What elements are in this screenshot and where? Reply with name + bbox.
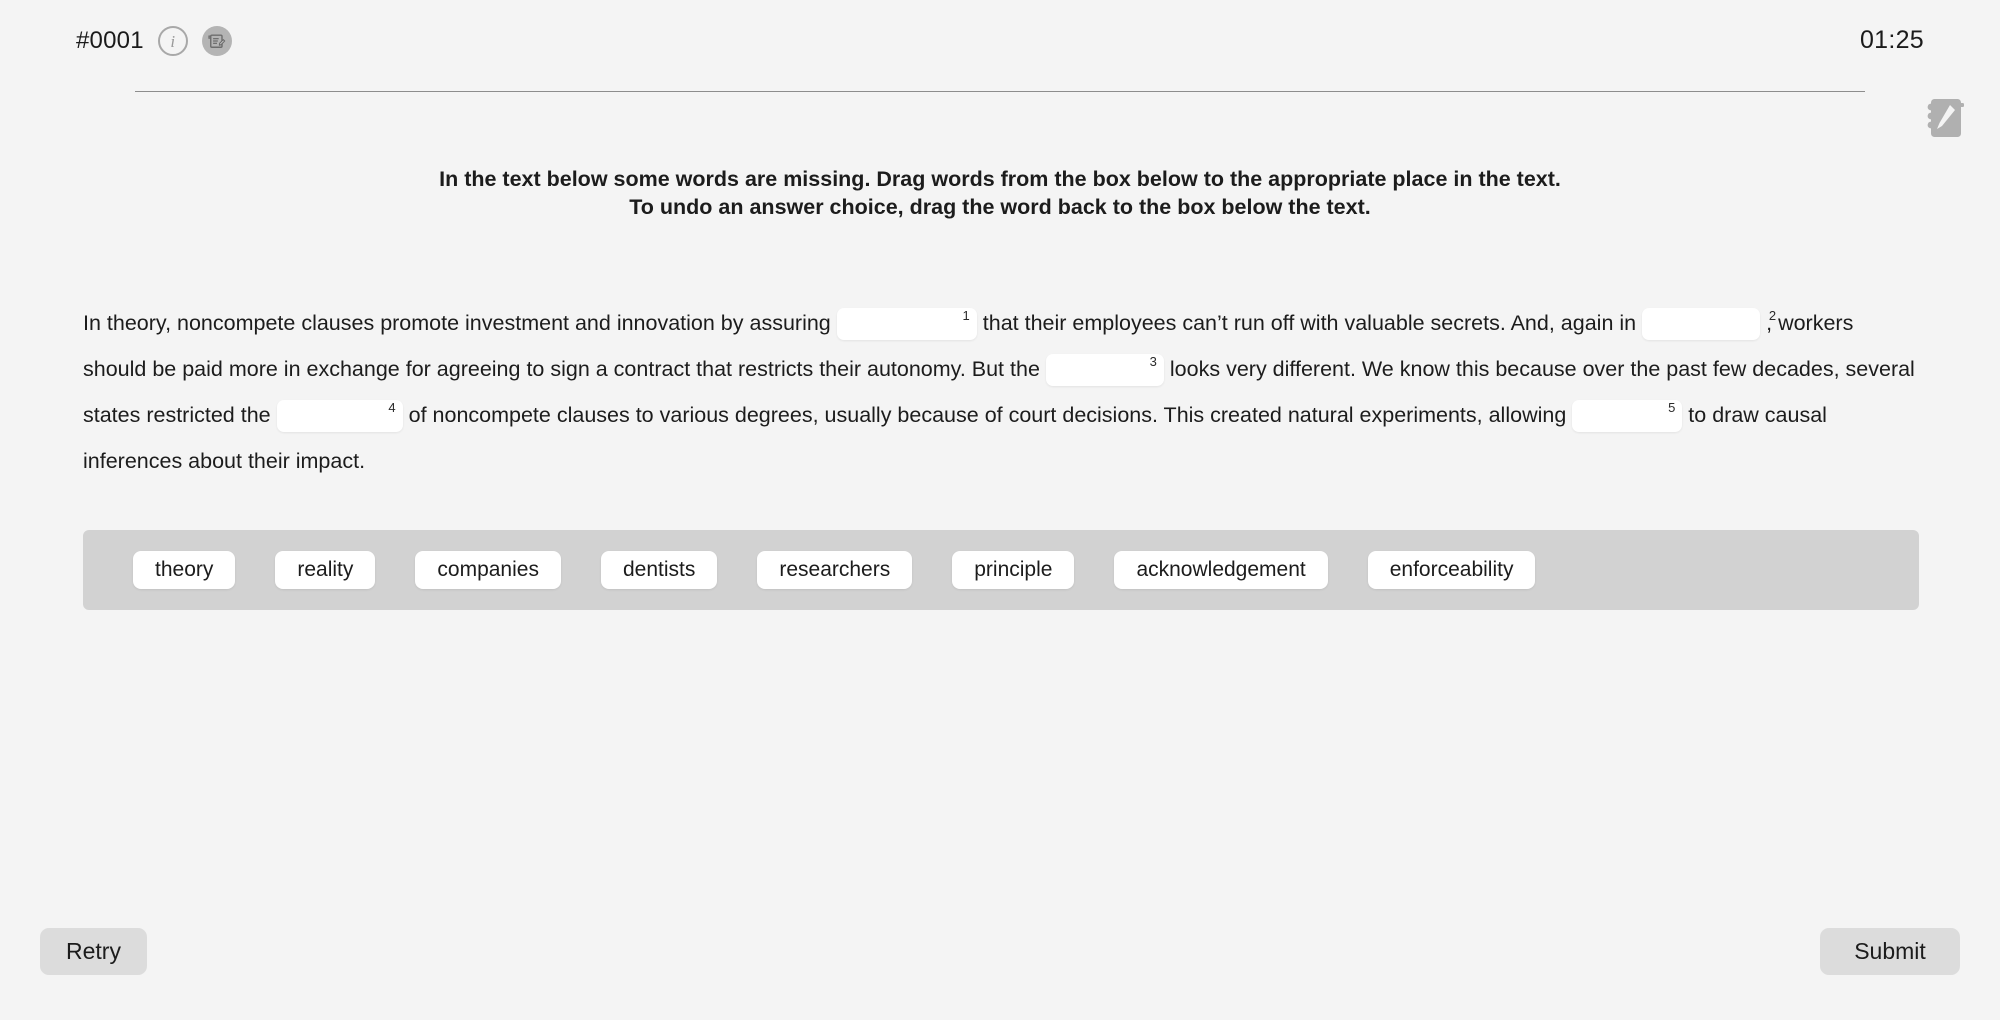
instruction-line-2: To undo an answer choice, drag the word … <box>629 194 1371 219</box>
passage-text: In theory, noncompete clauses promote in… <box>83 300 1919 484</box>
drop-blank-1[interactable]: 1 <box>836 308 977 341</box>
drop-blank-5-number: 5 <box>1668 400 1676 416</box>
drop-blank-3-number: 3 <box>1149 354 1157 370</box>
word-chip[interactable]: enforceability <box>1367 551 1536 589</box>
passage-segment: that their employees can’t run off with … <box>982 311 1637 335</box>
word-chip[interactable]: dentists <box>600 551 718 589</box>
notepad-icon[interactable] <box>1919 92 1971 144</box>
submit-button[interactable]: Submit <box>1820 928 1960 975</box>
instruction-line-1: In the text below some words are missing… <box>439 167 1561 191</box>
word-chip[interactable]: theory <box>133 551 236 589</box>
drop-blank-4[interactable]: 4 <box>276 400 403 433</box>
drop-blank-2[interactable]: 2 <box>1642 308 1776 341</box>
word-chip[interactable]: acknowledgement <box>1114 551 1328 589</box>
drop-blank-1-number: 1 <box>962 308 970 324</box>
word-chip[interactable]: reality <box>275 551 376 589</box>
exercise-page: #0001 i 01:25 In the text below some wor… <box>0 0 2000 1020</box>
retry-button[interactable]: Retry <box>40 928 147 975</box>
question-id: #0001 <box>76 27 144 54</box>
header-left-group: #0001 i <box>76 26 232 56</box>
word-chip[interactable]: companies <box>415 551 561 589</box>
notepad-icon-glyph <box>1927 99 1964 137</box>
note-icon-glyph <box>208 34 225 48</box>
word-chip[interactable]: researchers <box>757 551 913 589</box>
info-icon[interactable]: i <box>157 26 188 56</box>
drop-blank-2-number: 2 <box>1768 308 1777 324</box>
word-bank[interactable]: theory reality companies dentists researcher… <box>83 530 1919 610</box>
passage-segment: In theory, noncompete clauses promote in… <box>83 311 831 335</box>
header-divider <box>135 91 1865 92</box>
timer: 01:25 <box>1859 26 1924 54</box>
drop-blank-3[interactable]: 3 <box>1045 354 1164 387</box>
page-header: #0001 i 01:25 <box>0 0 2000 92</box>
word-chip[interactable]: principle <box>952 551 1075 589</box>
drop-blank-5[interactable]: 5 <box>1572 400 1683 433</box>
passage-segment: of noncompete clauses to various degrees… <box>408 403 1567 427</box>
note-icon[interactable] <box>201 26 232 56</box>
drop-blank-4-number: 4 <box>388 400 396 416</box>
instructions: In the text below some words are missing… <box>0 166 2000 222</box>
